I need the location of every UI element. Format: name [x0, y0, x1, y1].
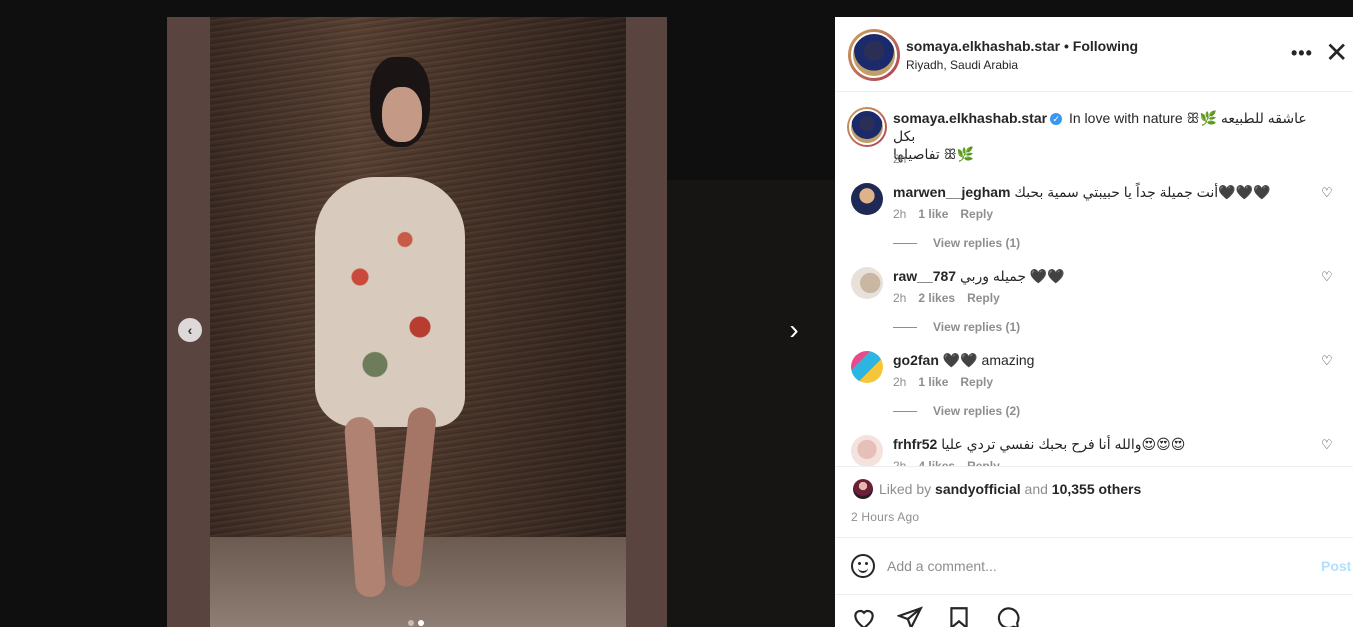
- carousel-dot-active: [418, 620, 424, 626]
- post-details-panel: somaya.elkhashab.star • Following Riyadh…: [835, 17, 1353, 627]
- like-comment-icon[interactable]: ♡: [1321, 437, 1333, 453]
- commenter-avatar[interactable]: [851, 183, 883, 215]
- caption-row: somaya.elkhashab.star ✓ In love with natu…: [835, 93, 1353, 173]
- comments-list[interactable]: somaya.elkhashab.star ✓ In love with natu…: [835, 93, 1353, 467]
- comment-username[interactable]: frhfr52: [893, 436, 937, 452]
- comment-item: go2fan 🖤🖤 amazing 2h 1 like Reply ♡ View…: [835, 351, 1353, 435]
- like-comment-icon[interactable]: ♡: [1321, 353, 1333, 369]
- post-timestamp: 2 Hours Ago: [851, 510, 920, 524]
- comment-text: 🖤🖤 amazing: [942, 352, 1035, 368]
- liker-username[interactable]: sandyofficial: [935, 481, 1021, 497]
- reply-button[interactable]: Reply: [967, 291, 1000, 305]
- next-post-button[interactable]: ›: [782, 314, 806, 345]
- carousel-dot: [408, 620, 414, 626]
- save-bookmark-icon[interactable]: [946, 605, 972, 627]
- post-comment-button[interactable]: Post: [1321, 558, 1351, 574]
- post-actions: [835, 599, 1353, 627]
- carousel-indicator: [408, 620, 424, 626]
- view-replies-label: View replies (1): [933, 236, 1021, 250]
- share-icon[interactable]: [897, 605, 923, 627]
- replies-divider: [893, 326, 917, 328]
- chevron-right-icon: ›: [789, 314, 799, 345]
- photo-subject-dress: [315, 177, 465, 427]
- post-photo[interactable]: [210, 17, 626, 627]
- following-button[interactable]: Following: [1073, 38, 1138, 54]
- separator-dot: •: [1063, 38, 1069, 54]
- background-image: [667, 500, 835, 627]
- post-location[interactable]: Riyadh, Saudi Arabia: [906, 58, 1018, 72]
- comment-text: والله أنا فرح بحبك نفسي تردي عليا😍😍😍: [941, 436, 1186, 452]
- close-icon[interactable]: ✕: [1325, 39, 1348, 67]
- view-replies-button[interactable]: View replies (2): [893, 404, 1020, 418]
- emoji-icon[interactable]: [851, 554, 875, 578]
- view-replies-label: View replies (1): [933, 320, 1021, 334]
- comment-item: frhfr52 والله أنا فرح بحبك نفسي تردي علي…: [835, 435, 1353, 467]
- like-comment-icon[interactable]: ♡: [1321, 269, 1333, 285]
- author-avatar[interactable]: [848, 29, 900, 81]
- view-replies-button[interactable]: View replies (1): [893, 320, 1020, 334]
- commenter-avatar[interactable]: [851, 351, 883, 383]
- add-comment-bar: Post: [835, 537, 1353, 595]
- like-heart-icon[interactable]: [851, 605, 877, 627]
- caption-username[interactable]: somaya.elkhashab.star: [893, 110, 1047, 126]
- author-username[interactable]: somaya.elkhashab.star: [906, 38, 1060, 54]
- liker-avatar[interactable]: [853, 479, 873, 499]
- view-replies-button[interactable]: View replies (1): [893, 236, 1020, 250]
- likes-and-label: and: [1024, 481, 1048, 497]
- chevron-left-icon: ‹: [187, 322, 193, 338]
- post-header: somaya.elkhashab.star • Following Riyadh…: [835, 17, 1353, 92]
- background-image: [667, 180, 835, 500]
- comment-username[interactable]: marwen__jegham: [893, 184, 1011, 200]
- comment-item: raw__787 جميله وربي 🖤🖤 2h 2 likes Reply …: [835, 267, 1353, 351]
- comment-time: 2h: [893, 207, 907, 221]
- commenter-avatar[interactable]: [851, 267, 883, 299]
- comment-time: 2h: [893, 291, 907, 305]
- author-avatar[interactable]: [847, 107, 887, 147]
- reply-button[interactable]: Reply: [967, 459, 1000, 466]
- comment-text: أنت جميلة جداً يا حبيبتي سمية بحبك🖤🖤🖤: [1014, 184, 1271, 200]
- likes-others-link[interactable]: 10,355 others: [1052, 481, 1142, 497]
- reply-button[interactable]: Reply: [960, 375, 993, 389]
- comment-username[interactable]: go2fan: [893, 352, 939, 368]
- comment-likes[interactable]: 1 like: [918, 375, 948, 389]
- like-comment-icon[interactable]: ♡: [1321, 185, 1333, 201]
- comment-likes[interactable]: 4 likes: [918, 459, 955, 466]
- previous-media-button[interactable]: ‹: [178, 318, 202, 342]
- reply-button[interactable]: Reply: [960, 207, 993, 221]
- more-options-icon[interactable]: •••: [1291, 43, 1313, 64]
- replies-divider: [893, 242, 917, 244]
- comment-time: 2h: [893, 375, 907, 389]
- comment-likes[interactable]: 1 like: [918, 207, 948, 221]
- verified-badge-icon: ✓: [1050, 113, 1063, 125]
- comment-likes[interactable]: 2 likes: [918, 291, 955, 305]
- comment-time: 2h: [893, 459, 907, 467]
- liked-by-label: Liked by: [879, 481, 932, 497]
- view-replies-label: View replies (2): [933, 404, 1021, 418]
- comment-input[interactable]: [887, 554, 1287, 578]
- photo-subject-face: [382, 87, 422, 142]
- commenter-avatar[interactable]: [851, 435, 883, 466]
- comment-username[interactable]: raw__787: [893, 268, 956, 284]
- caption-time: 2h: [893, 152, 907, 166]
- post-media: [167, 17, 667, 627]
- comment-text: جميله وربي 🖤🖤: [959, 268, 1065, 284]
- comment-item: marwen__jegham أنت جميلة جداً يا حبيبتي …: [835, 183, 1353, 267]
- replies-divider: [893, 410, 917, 412]
- likes-summary: Liked by sandyofficial and 10,355 others: [835, 477, 1353, 507]
- comment-icon[interactable]: [995, 605, 1021, 627]
